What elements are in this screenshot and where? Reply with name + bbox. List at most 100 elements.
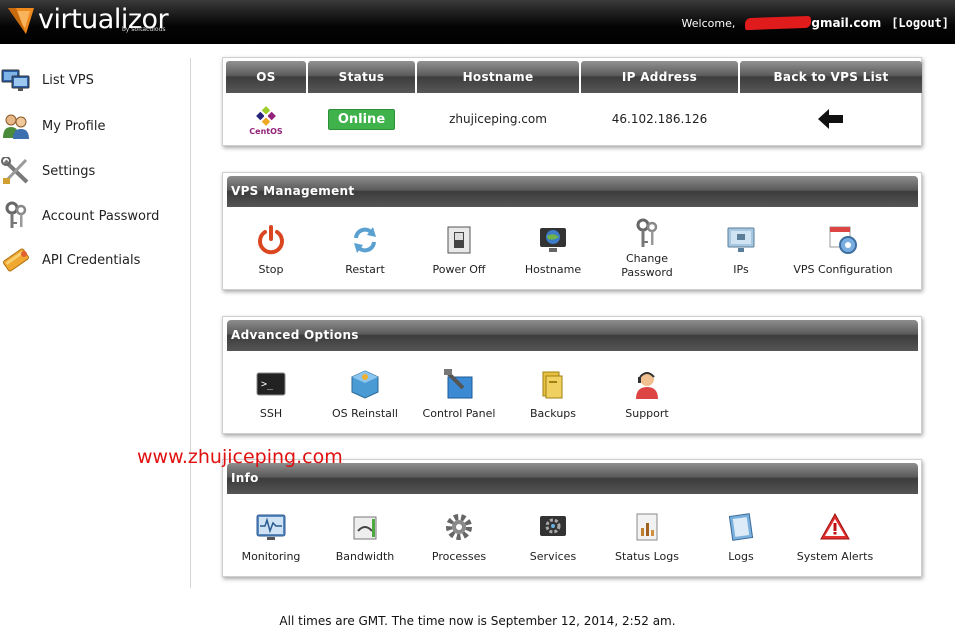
panel-title: VPS Management (227, 176, 918, 207)
sidebar-item-label: API Credentials (42, 252, 141, 268)
tool-support[interactable]: Support (600, 367, 694, 421)
virtualizor-logo-mark-icon (8, 8, 34, 34)
vps-management-tools: Stop Restart Power Off Hostname Change P… (223, 207, 921, 297)
sidebar-item-label: My Profile (42, 118, 106, 134)
tool-label: Status Logs (615, 550, 679, 563)
keys-icon (630, 217, 664, 251)
tool-label: SSH (259, 407, 283, 420)
sidebar: List VPS My Profile Settings Account Pas… (0, 58, 191, 588)
sidebar-item-my-profile[interactable]: My Profile (0, 110, 105, 142)
brand-subtitle: by softaculous (122, 26, 166, 33)
tool-os-reinstall[interactable]: OS Reinstall (318, 367, 412, 421)
tool-vps-configuration[interactable]: VPS Configuration (788, 223, 898, 277)
tool-restart[interactable]: Restart (318, 223, 412, 277)
monitors-icon (0, 65, 32, 95)
tool-monitoring[interactable]: Monitoring (224, 510, 318, 564)
tool-label: Backups (529, 407, 577, 420)
services-icon (536, 510, 570, 544)
column-header-status: Status (308, 61, 415, 93)
tool-label: Restart (345, 263, 385, 276)
tool-label: Hostname (524, 263, 582, 276)
tool-services[interactable]: Services (506, 510, 600, 564)
welcome-area: Welcome, gmail.com [Logout] (681, 15, 949, 31)
sidebar-item-api-credentials[interactable]: API Credentials (0, 244, 140, 276)
advanced-options-tools: >_ SSH OS Reinstall Control Panel Backup… (223, 351, 921, 441)
os-name: CentOS (249, 126, 283, 136)
tool-label: VPS Configuration (793, 263, 893, 276)
back-arrow-icon[interactable] (818, 109, 844, 129)
tool-label: OS Reinstall (332, 407, 398, 420)
keys-icon (0, 201, 32, 231)
tool-ssh[interactable]: >_ SSH (224, 367, 318, 421)
tool-label: Logs (728, 550, 754, 563)
tools-icon (0, 156, 32, 186)
tool-hostname[interactable]: Hostname (506, 223, 600, 277)
tool-logs[interactable]: Logs (694, 510, 788, 564)
redacted-email-mark (745, 15, 812, 31)
footer-time-text: All times are GMT. The time now is Septe… (279, 614, 676, 628)
virtualizor-logo[interactable]: virtualizor (8, 6, 169, 40)
globe-monitor-icon (536, 223, 570, 257)
logout-link[interactable]: [Logout] (891, 16, 949, 30)
bandwidth-icon (348, 510, 382, 544)
user-email: gmail.com (811, 16, 882, 30)
control-panel-icon (442, 367, 476, 401)
vps-summary-table: OS Status Hostname IP Address Back to VP… (222, 57, 922, 146)
tool-processes[interactable]: Processes (412, 510, 506, 564)
tool-label: Support (625, 407, 669, 420)
advanced-options-panel: Advanced Options >_ SSH OS Reinstall Con… (222, 316, 922, 434)
back-cell (740, 109, 922, 129)
info-tools: Monitoring Bandwidth Processes Services … (223, 494, 921, 584)
monitor-graph-icon (254, 510, 288, 544)
column-header-os: OS (226, 61, 306, 93)
panel-title: Advanced Options (227, 320, 918, 351)
status-badge: Online (327, 108, 396, 130)
tool-control-panel[interactable]: Control Panel (412, 367, 506, 421)
switch-icon (442, 223, 476, 257)
support-icon (630, 367, 664, 401)
column-header-ip-address: IP Address (581, 61, 738, 93)
centos-icon (256, 105, 276, 126)
tool-system-alerts[interactable]: System Alerts (788, 510, 882, 564)
tool-label: System Alerts (796, 550, 874, 563)
tool-label: Processes (431, 550, 487, 563)
column-header-back-to-vps-list: Back to VPS List (740, 61, 922, 93)
tool-stop[interactable]: Stop (224, 223, 318, 277)
tool-label: Control Panel (422, 407, 496, 420)
column-header-hostname: Hostname (417, 61, 579, 93)
tool-backups[interactable]: Backups (506, 367, 600, 421)
tool-label: IPs (733, 263, 749, 276)
alert-icon (818, 510, 852, 544)
tool-change-password[interactable]: Change Password (600, 217, 694, 280)
tool-power-off[interactable]: Power Off (412, 223, 506, 277)
info-panel: Info Monitoring Bandwidth Processes Serv… (222, 459, 922, 577)
tool-status-logs[interactable]: Status Logs (600, 510, 694, 564)
api-icon (0, 245, 32, 275)
power-icon (254, 223, 288, 257)
vps-management-panel: VPS Management Stop Restart Power Off Ho… (222, 172, 922, 290)
svg-text:>_: >_ (261, 379, 274, 390)
hostname-value: zhujiceping.com (449, 112, 547, 126)
table-row: CentOS Online zhujiceping.com 46.102.186… (226, 96, 922, 142)
tool-ips[interactable]: IPs (694, 223, 788, 277)
status-cell: Online (308, 108, 415, 130)
sidebar-item-label: Account Password (42, 208, 160, 224)
sidebar-item-account-password[interactable]: Account Password (0, 200, 159, 232)
network-monitor-icon (724, 223, 758, 257)
refresh-icon (348, 223, 382, 257)
sidebar-item-label: Settings (42, 163, 96, 179)
tool-bandwidth[interactable]: Bandwidth (318, 510, 412, 564)
os-cell: CentOS (226, 103, 306, 136)
sidebar-item-list-vps[interactable]: List VPS (0, 64, 94, 96)
tool-label: Change Password (621, 252, 673, 279)
sidebar-item-settings[interactable]: Settings (0, 155, 95, 187)
logs-icon (724, 510, 758, 544)
table-header-row: OS Status Hostname IP Address Back to VP… (226, 61, 922, 93)
welcome-label: Welcome, (681, 16, 736, 30)
tool-label: Bandwidth (335, 550, 395, 563)
terminal-icon: >_ (254, 367, 288, 401)
top-header: virtualizor by softaculous Welcome, gmai… (0, 0, 955, 44)
status-logs-icon (630, 510, 664, 544)
tool-label: Stop (258, 263, 284, 276)
gear-icon (442, 510, 476, 544)
